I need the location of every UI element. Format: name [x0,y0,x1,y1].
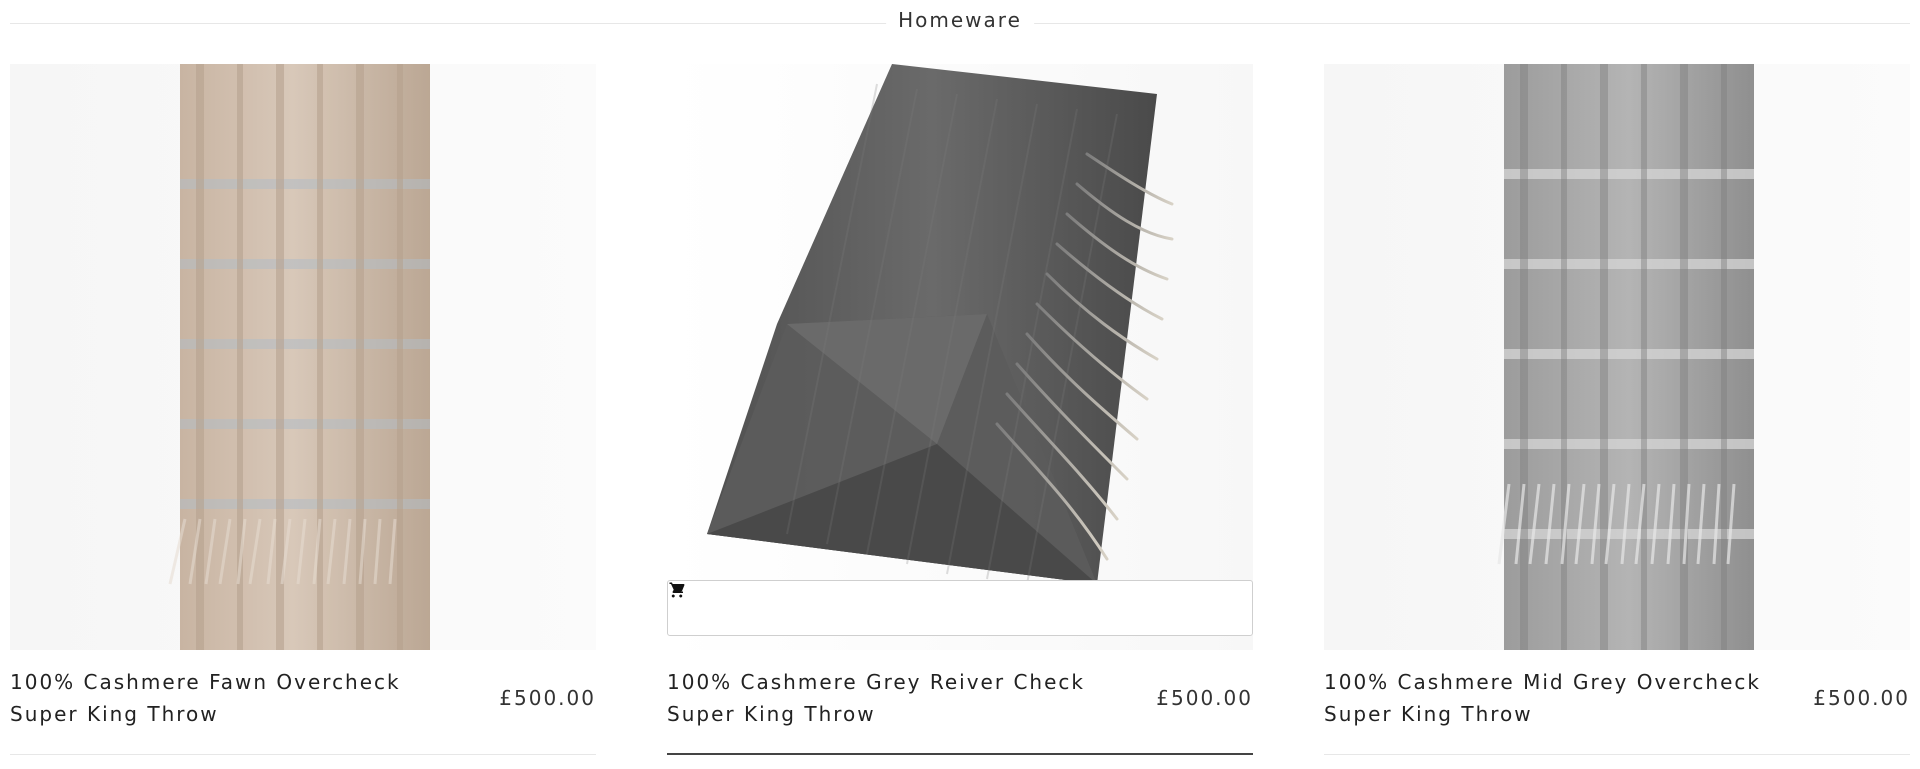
product-grid: 100% Cashmere Fawn Overcheck Super King … [10,64,1910,764]
product-image-grey[interactable] [667,64,1253,650]
fawn-throw-image [10,64,596,650]
product-card-fawn[interactable]: 100% Cashmere Fawn Overcheck Super King … [10,64,596,764]
product-underline [10,754,596,755]
product-card-mid-grey[interactable]: 100% Cashmere Mid Grey Overcheck Super K… [1324,64,1910,764]
add-to-cart-button[interactable] [667,580,1253,636]
product-name[interactable]: 100% Cashmere Fawn Overcheck Super King … [10,666,470,730]
mid-grey-throw-image [1324,64,1910,650]
product-info: 100% Cashmere Fawn Overcheck Super King … [10,666,596,736]
product-underline [1324,754,1910,755]
product-info: 100% Cashmere Grey Reiver Check Super Ki… [667,666,1253,736]
grey-throw-image [667,64,1253,650]
product-underline-active [667,753,1253,755]
section-header: Homeware [10,0,1910,44]
product-image-mid-grey[interactable] [1324,64,1910,650]
section-title: Homeware [886,8,1034,32]
product-price: £500.00 [1813,686,1910,710]
product-price: £500.00 [499,686,596,710]
product-image-fawn[interactable] [10,64,596,650]
product-price: £500.00 [1156,686,1253,710]
product-card-grey[interactable]: 100% Cashmere Grey Reiver Check Super Ki… [667,64,1253,764]
product-name[interactable]: 100% Cashmere Mid Grey Overcheck Super K… [1324,666,1784,730]
product-name[interactable]: 100% Cashmere Grey Reiver Check Super Ki… [667,666,1127,730]
product-info: 100% Cashmere Mid Grey Overcheck Super K… [1324,666,1910,736]
cart-icon [669,582,685,598]
